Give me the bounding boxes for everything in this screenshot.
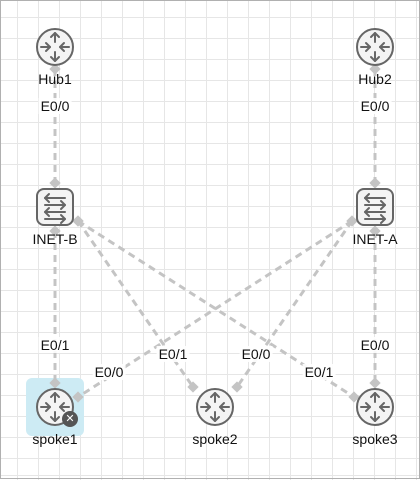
link-anchor[interactable] [72,391,84,403]
switch-icon[interactable] [36,188,74,226]
node-label-inetb[interactable]: INET-B [32,232,77,246]
router-icon[interactable] [36,28,74,66]
link-anchor[interactable] [49,377,61,389]
router-icon[interactable] [356,388,394,426]
delete-badge[interactable]: ✕ [62,411,78,427]
link-anchor[interactable] [369,177,381,189]
close-icon[interactable]: ✕ [65,412,74,425]
port-label: E0/1 [302,364,336,380]
port-label: E0/0 [239,346,273,362]
node-label-spoke3[interactable]: spoke3 [352,432,397,446]
link-inetb-spoke2[interactable] [76,220,195,388]
node-label-hub1[interactable]: Hub1 [38,72,71,86]
node-label-hub2[interactable]: Hub2 [358,72,391,86]
port-label: E0/0 [92,364,126,380]
link-ineta-spoke2[interactable] [235,220,354,388]
port-label: E0/1 [156,346,190,362]
link-anchor[interactable] [49,177,61,189]
node-label-spoke2[interactable]: spoke2 [192,432,237,446]
router-icon[interactable] [196,388,234,426]
port-label: E0/0 [358,98,392,114]
port-label: E0/1 [38,337,72,353]
link-anchor[interactable] [369,377,381,389]
port-label: E0/0 [358,337,392,353]
port-label: E0/0 [38,98,72,114]
node-label-spoke1[interactable]: spoke1 [32,432,77,446]
switch-icon[interactable] [356,188,394,226]
router-icon[interactable] [356,28,394,66]
node-label-ineta[interactable]: INET-A [352,232,397,246]
